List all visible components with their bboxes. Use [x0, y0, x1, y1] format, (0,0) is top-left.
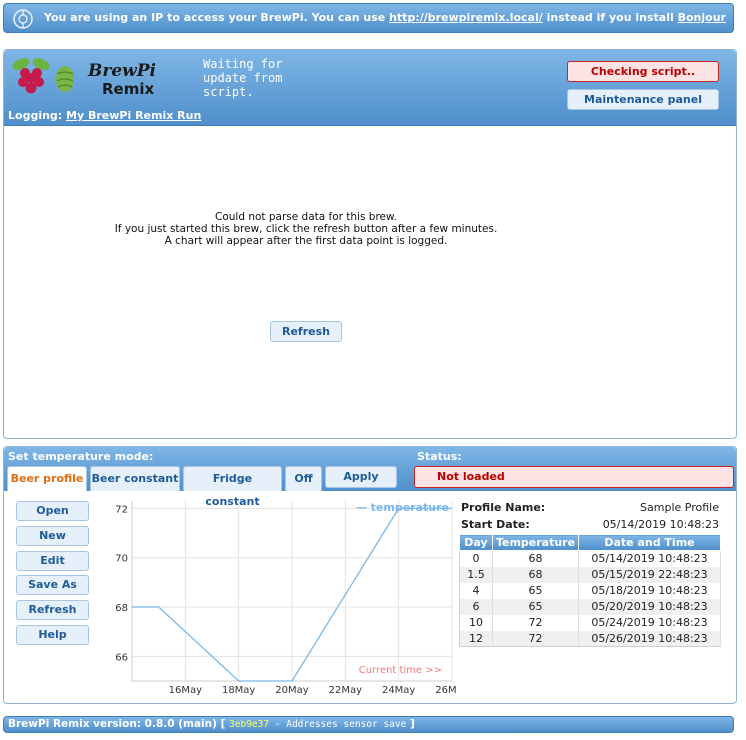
version-text: BrewPi Remix version: 0.8.0 (main) [	[8, 718, 230, 730]
raspberry-icon	[12, 58, 50, 94]
start-date-row: Start Date: 05/14/2019 10:48:23	[461, 516, 719, 533]
y-tick-label: 66	[115, 652, 128, 663]
cell-date-time: 05/15/2019 22:48:23	[578, 566, 721, 583]
maintenance-panel-button[interactable]: Maintenance panel	[567, 89, 719, 110]
x-tick-label: 26May	[435, 685, 456, 696]
message-line-1: Could not parse data for this brew.	[215, 211, 397, 223]
apply-button[interactable]: Apply	[325, 466, 397, 488]
table-row: 1.5 68 05/15/2019 22:48:23	[459, 566, 721, 583]
cell-temperature: 68	[492, 566, 579, 583]
y-tick-label: 72	[115, 504, 128, 515]
profile-table: Day Temperature Date and Time 0 68 05/14/2…	[459, 534, 721, 647]
x-tick-label: 24May	[382, 685, 415, 696]
hops-icon	[56, 66, 74, 92]
version-close: ]	[406, 718, 415, 730]
edit-button[interactable]: Edit	[16, 551, 89, 571]
start-date-value: 05/14/2019 10:48:23	[602, 518, 719, 531]
cell-day: 6	[459, 598, 493, 615]
ip-notice-bar: You are using an IP to access your BrewP…	[3, 3, 734, 52]
commit-message: - Addresses sensor save	[269, 719, 407, 730]
logo-brand-text: BrewPi	[87, 61, 156, 81]
legend-temperature: — temperature	[356, 501, 449, 514]
cell-date-time: 05/18/2019 10:48:23	[578, 582, 721, 599]
cell-day: 4	[459, 582, 493, 599]
mode-label: Set temperature mode:	[8, 450, 154, 463]
cell-temperature: 65	[492, 582, 579, 599]
status-label: Status:	[417, 450, 462, 463]
profile-name-row: Profile Name: Sample Profile	[461, 499, 719, 516]
table-row: 6 65 05/20/2019 10:48:23	[459, 598, 721, 615]
open-button[interactable]: Open	[16, 501, 89, 521]
profile-name-value: Sample Profile	[640, 501, 719, 514]
brewpi-remix-logo: BrewPi Remix	[12, 58, 156, 98]
cell-temperature: 72	[492, 630, 579, 647]
tab-off[interactable]: Off	[285, 466, 322, 491]
tab-beer-constant[interactable]: Beer constant	[90, 466, 180, 491]
version-footer: BrewPi Remix version: 0.8.0 (main) [ 3eb…	[3, 716, 734, 733]
cell-date-time: 05/26/2019 10:48:23	[578, 630, 721, 647]
cell-date-time: 05/24/2019 10:48:23	[578, 614, 721, 631]
profile-chart: 66 68 70 72 16May 18May 20May 22May 24May 26May — …	[115, 501, 456, 696]
x-tick-label: 18May	[222, 685, 255, 696]
brewpiremix-local-link[interactable]: http://brewpiremix.local/	[389, 11, 543, 24]
x-tick-label: 16May	[169, 685, 202, 696]
status-badge: Not loaded	[414, 466, 734, 488]
profile-refresh-button[interactable]: Refresh	[16, 600, 89, 620]
column-header-date-time: Date and Time	[578, 534, 721, 551]
message-line-3: A chart will appear after the first data…	[164, 235, 448, 247]
message-line-2: If you just started this brew, click the…	[114, 223, 498, 235]
header-bar: BrewPi Remix Waiting for update from scr…	[4, 50, 736, 126]
table-header-row: Day Temperature Date and Time	[459, 534, 721, 551]
profile-info: Profile Name: Sample Profile Start Date:…	[461, 499, 719, 533]
column-header-temperature: Temperature	[492, 534, 579, 551]
script-status-text: Waiting for update from script.	[203, 57, 283, 99]
cell-day: 10	[459, 614, 493, 631]
chart-panel: BrewPi Remix Waiting for update from scr…	[3, 49, 737, 439]
brew-log-link[interactable]: My BrewPi Remix Run	[66, 109, 201, 122]
commit-hash: 3eb9e37	[229, 719, 270, 730]
help-button[interactable]: Help	[16, 625, 89, 645]
checking-script-button[interactable]: Checking script..	[567, 61, 719, 82]
column-header-day: Day	[459, 534, 493, 551]
x-tick-label: 22May	[329, 685, 362, 696]
current-time-annotation: Current time >>	[359, 665, 442, 676]
notice-text: You are using an IP to access your BrewP…	[44, 11, 390, 24]
table-row: 4 65 05/18/2019 10:48:23	[459, 582, 721, 599]
y-tick-label: 70	[115, 554, 128, 565]
cell-date-time: 05/20/2019 10:48:23	[578, 598, 721, 615]
tab-beer-profile[interactable]: Beer profile	[7, 466, 87, 491]
cell-day: 12	[459, 630, 493, 647]
table-row: 10 72 05/24/2019 10:48:23	[459, 614, 721, 631]
cell-date-time: 05/14/2019 10:48:23	[578, 550, 721, 567]
notice-text-middle: instead if you install	[542, 11, 678, 24]
cell-temperature: 65	[492, 598, 579, 615]
logo-sub-text: Remix	[102, 80, 154, 98]
new-button[interactable]: New	[16, 526, 89, 546]
brewpi-icon	[13, 9, 33, 29]
cell-temperature: 72	[492, 614, 579, 631]
cell-day: 1.5	[459, 566, 493, 583]
table-row: 0 68 05/14/2019 10:48:23	[459, 550, 721, 567]
y-tick-label: 68	[115, 603, 128, 614]
cell-day: 0	[459, 550, 493, 567]
table-row: 12 72 05/26/2019 10:48:23	[459, 630, 721, 647]
profile-name-label: Profile Name:	[461, 501, 546, 514]
x-tick-label: 20May	[275, 685, 308, 696]
control-panel: Set temperature mode: Status: Beer profi…	[3, 446, 737, 704]
start-date-label: Start Date:	[461, 518, 530, 531]
chart-refresh-button[interactable]: Refresh	[270, 321, 342, 342]
tab-fridge-constant[interactable]: Fridge constant	[183, 466, 282, 508]
logging-info: Logging: My BrewPi Remix Run	[8, 109, 201, 122]
save-as-button[interactable]: Save As	[16, 575, 89, 595]
no-data-message: Could not parse data for this brew. If y…	[4, 211, 608, 247]
cell-temperature: 68	[492, 550, 579, 567]
logging-label: Logging:	[8, 109, 67, 122]
